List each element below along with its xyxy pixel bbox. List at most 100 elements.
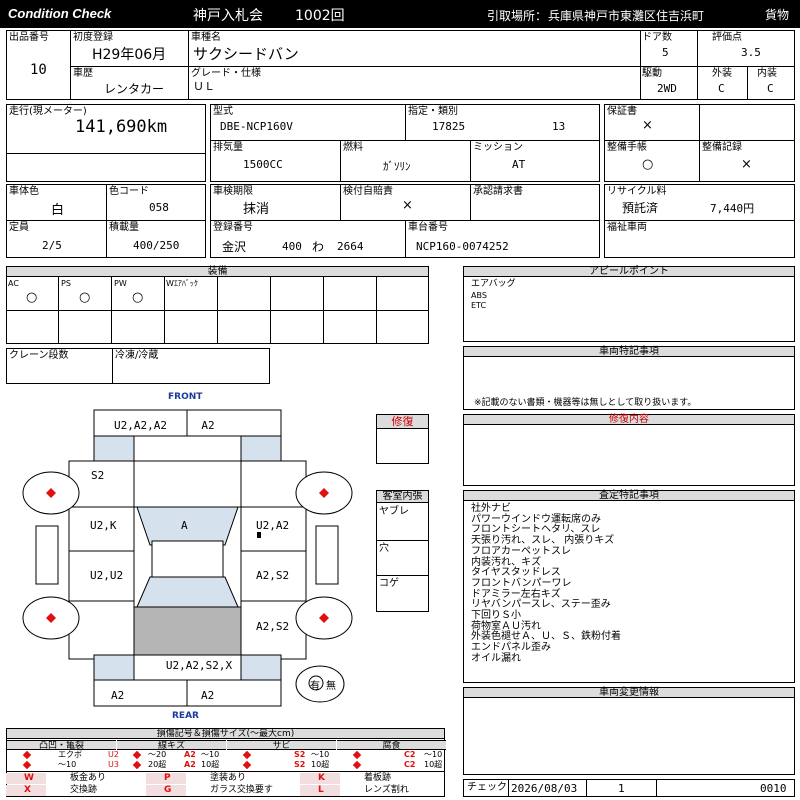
legend-size: 10超 (311, 760, 330, 769)
legend-group: 凸凹・亀裂 (7, 740, 116, 751)
legend-code-letter: W (24, 773, 34, 783)
capacity-label: 定員 (9, 222, 29, 233)
check-num: 1 (618, 782, 625, 795)
reg-kana: わ (312, 240, 325, 254)
legend-size: 〜10 (201, 750, 220, 759)
warranty-label: 保証書 (607, 106, 637, 117)
fuel-label: 燃料 (343, 142, 363, 153)
assessment-line: 外装色褪せＡ、Ｕ、Ｓ、鉄粉付着 (471, 631, 621, 643)
reg-number: 2664 (337, 240, 364, 253)
equip-airbag-label: Wｴｱﾊﾞｯｸ (166, 279, 198, 288)
displacement: 1500CC (243, 158, 283, 171)
warranty: × (642, 118, 653, 133)
assessment-line: 下回りＳ小 (471, 610, 521, 621)
mark-left-1: S2 (91, 469, 105, 482)
cabin-item-1: ヤブレ (379, 506, 409, 517)
interior-label: 内装 (757, 68, 777, 79)
assessment-line: 内装汚れ、キズ (471, 556, 542, 568)
legend-code: A2 (184, 760, 196, 769)
assessment-line: タイヤスタッドレス (471, 567, 561, 579)
mark-front-right: A2 (201, 419, 215, 432)
repair-title: 修復 (377, 415, 428, 429)
designation-label: 指定・類別 (408, 106, 458, 117)
legend-code-text: ガラス交換要す (210, 785, 273, 795)
reg-area: 金沢 (222, 240, 247, 254)
pickup-label: 引取場所： (487, 9, 548, 23)
crane-label: クレーン段数 (9, 350, 69, 361)
legend-size: 〜10 (311, 750, 330, 759)
recycle-label: リサイクル料 (607, 186, 667, 197)
pickup-location: 兵庫県神戸市東灘区住吉浜町 (548, 9, 705, 23)
service-record-label: 整備記録 (702, 142, 742, 153)
recycle-status: 預託済 (622, 201, 659, 215)
legend-cell: U2 (108, 750, 119, 759)
body-color: 白 (51, 203, 65, 218)
lot-label: 出品番号 (9, 32, 49, 43)
legend-code-letter: G (164, 785, 172, 795)
appeal-line-2: ABS (471, 291, 487, 300)
exterior-grade: C (718, 82, 725, 95)
special-title: 車両特記事項 (464, 347, 794, 357)
legend-code: S2 (294, 760, 306, 769)
equip-pw-label: PW (114, 279, 127, 288)
equip-ac-label: AC (8, 279, 19, 288)
check-label: チェック (467, 782, 507, 793)
legend-code-text: 塗装あり (210, 773, 247, 783)
load: 400/250 (133, 239, 180, 252)
fuel: ｶﾞｿﾘﾝ (383, 160, 411, 173)
equip-pw-value: ○ (132, 290, 144, 305)
cabin-item-3: コゲ (379, 578, 399, 589)
chassis-label: 車台番号 (408, 222, 448, 233)
grade: ＵＬ (193, 80, 215, 93)
mark-front-left: U2,A2,A2 (114, 419, 167, 432)
assessment-line: 天張り汚れ、スレ、 内張りキズ (471, 535, 615, 547)
exterior-label: 外装 (712, 68, 732, 79)
legend-code: C2 (404, 760, 416, 769)
repair-content-title: 修復内容 (464, 415, 794, 425)
drive: 2WD (657, 82, 677, 95)
drive-label: 駆動 (642, 68, 662, 79)
legend-code-letter: L (318, 785, 324, 795)
special-note: ※記載のない書類・機器等は無しとして取り扱います。 (474, 398, 697, 408)
legend-group: 腐食 (337, 740, 446, 751)
header-auction: 神戸入札会 (193, 8, 263, 24)
legend-code-letter: P (164, 773, 171, 783)
lot-number: 10 (30, 62, 47, 78)
displacement-label: 排気量 (213, 142, 243, 153)
color-code: 058 (149, 201, 169, 214)
history: レンタカー (104, 82, 165, 96)
mark-left-3: U2,U2 (90, 569, 124, 582)
legend-title: 損傷記号＆損傷サイズ(〜最大cm) (7, 729, 444, 739)
mark-rear-center: U2,A2,S2,X (165, 659, 233, 672)
category-number: 13 (552, 120, 566, 133)
reg-no-label: 登録番号 (213, 222, 253, 233)
rear-label: REAR (172, 711, 199, 721)
freezer-label: 冷凍/冷蔵 (115, 350, 159, 361)
cert: × (402, 198, 413, 213)
service-book: ○ (642, 157, 654, 172)
mark-rear-right: A2 (201, 689, 215, 702)
capacity: 2/5 (42, 239, 62, 252)
reg-class: 400 (282, 240, 302, 253)
assessment-line: 社外ナビ (471, 503, 511, 514)
mark-left-2: U2,K (90, 519, 117, 532)
header-number: 1002回 (295, 8, 345, 24)
spare-none: 無 (326, 681, 336, 692)
legend-code: A2 (184, 750, 196, 759)
designation: 17825 (432, 120, 466, 133)
legend-cell: 〜10 (58, 760, 77, 769)
legend-code-text: 交換跡 (70, 785, 98, 795)
assessment-line: フロントシートヘタリ、スレ (471, 524, 601, 536)
load-label: 積載量 (109, 222, 139, 233)
legend-cell: U3 (108, 760, 119, 769)
transmission: AT (512, 158, 526, 171)
history-label: 車歴 (73, 68, 93, 79)
change-box (463, 687, 795, 775)
header-title: Condition Check (8, 6, 112, 21)
legend-group: 線キズ (117, 740, 226, 751)
equipment-title: 装備 (7, 267, 428, 277)
appeal-title: アピールポイント (464, 267, 794, 277)
legend-code-letter: X (24, 785, 31, 795)
cabin-title: 客室内張 (377, 491, 428, 503)
service-book-label: 整備手帳 (607, 142, 647, 153)
